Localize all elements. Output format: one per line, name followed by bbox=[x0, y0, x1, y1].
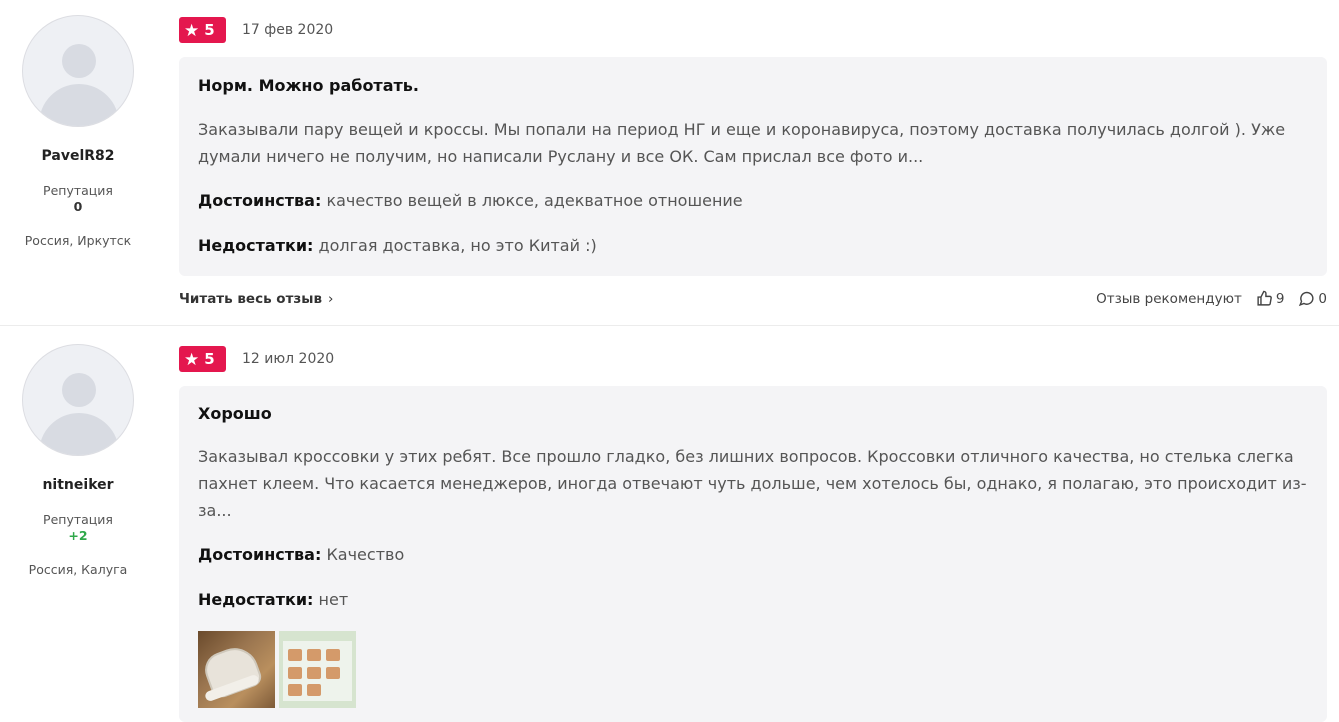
rating-badge: ★ 5 bbox=[179, 17, 226, 43]
review-photo[interactable] bbox=[279, 631, 356, 708]
pros-label: Достоинства: bbox=[198, 191, 322, 210]
reputation-value: 0 bbox=[73, 199, 83, 214]
likes-count: 9 bbox=[1275, 290, 1285, 307]
review-date: 17 фев 2020 bbox=[242, 22, 334, 38]
read-more-label: Читать весь отзыв bbox=[179, 291, 322, 307]
review-pros: Достоинства: Качество bbox=[198, 545, 404, 564]
review-card: Норм. Можно работать. Заказывали пару ве… bbox=[179, 57, 1327, 276]
cons-label: Недостатки: bbox=[198, 236, 314, 255]
recommend-label: Отзыв рекомендуют bbox=[1096, 290, 1242, 307]
review-item: PavelR82 Репутация 0 Россия, Иркутск ★ 5 … bbox=[0, 0, 1339, 326]
review-text: Заказывал кроссовки у этих ребят. Все пр… bbox=[198, 447, 1307, 520]
review-photos bbox=[198, 631, 356, 708]
avatar[interactable] bbox=[22, 15, 134, 127]
read-full-review-link[interactable]: Читать весь отзыв › bbox=[179, 291, 333, 307]
review-photo[interactable] bbox=[198, 631, 275, 708]
avatar[interactable] bbox=[22, 344, 134, 456]
reputation-label: Репутация bbox=[43, 183, 113, 198]
review-actions: Отзыв рекомендуют 9 0 bbox=[1096, 290, 1327, 307]
rating-value: 5 bbox=[204, 21, 215, 39]
review-cons: Недостатки: долгая доставка, но это Кита… bbox=[198, 236, 597, 255]
review-pros: Достоинства: качество вещей в люксе, аде… bbox=[198, 191, 743, 210]
review-card: Хорошо Заказывал кроссовки у этих ребят.… bbox=[179, 386, 1327, 722]
comment-icon[interactable] bbox=[1298, 290, 1315, 307]
rating-value: 5 bbox=[204, 350, 215, 368]
username[interactable]: nitneiker bbox=[0, 477, 156, 493]
comments-count: 0 bbox=[1318, 290, 1327, 307]
pros-label: Достоинства: bbox=[198, 545, 322, 564]
review-text: Заказывали пару вещей и кроссы. Мы попал… bbox=[198, 120, 1286, 166]
username[interactable]: PavelR82 bbox=[0, 148, 156, 164]
star-icon: ★ bbox=[184, 21, 200, 41]
review-title[interactable]: Норм. Можно работать. bbox=[198, 76, 419, 95]
cons-text: долгая доставка, но это Китай :) bbox=[318, 236, 597, 255]
thumbs-up-icon[interactable] bbox=[1256, 290, 1273, 307]
review-item: nitneiker Репутация +2 Россия, Калуга ★ 5… bbox=[0, 327, 1339, 722]
user-location: Россия, Калуга bbox=[28, 562, 128, 577]
pros-text: качество вещей в люксе, адекватное отнош… bbox=[326, 191, 743, 210]
reputation-label: Репутация bbox=[43, 512, 113, 527]
review-date: 12 июл 2020 bbox=[242, 351, 335, 367]
user-location: Россия, Иркутск bbox=[24, 233, 132, 248]
review-title[interactable]: Хорошо bbox=[198, 404, 272, 423]
cons-text: нет bbox=[318, 590, 349, 609]
cons-label: Недостатки: bbox=[198, 590, 314, 609]
chevron-right-icon: › bbox=[328, 291, 334, 307]
review-cons: Недостатки: нет bbox=[198, 590, 348, 609]
star-icon: ★ bbox=[184, 350, 200, 370]
rating-badge: ★ 5 bbox=[179, 346, 226, 372]
reputation-value: +2 bbox=[68, 528, 88, 543]
pros-text: Качество bbox=[326, 545, 405, 564]
